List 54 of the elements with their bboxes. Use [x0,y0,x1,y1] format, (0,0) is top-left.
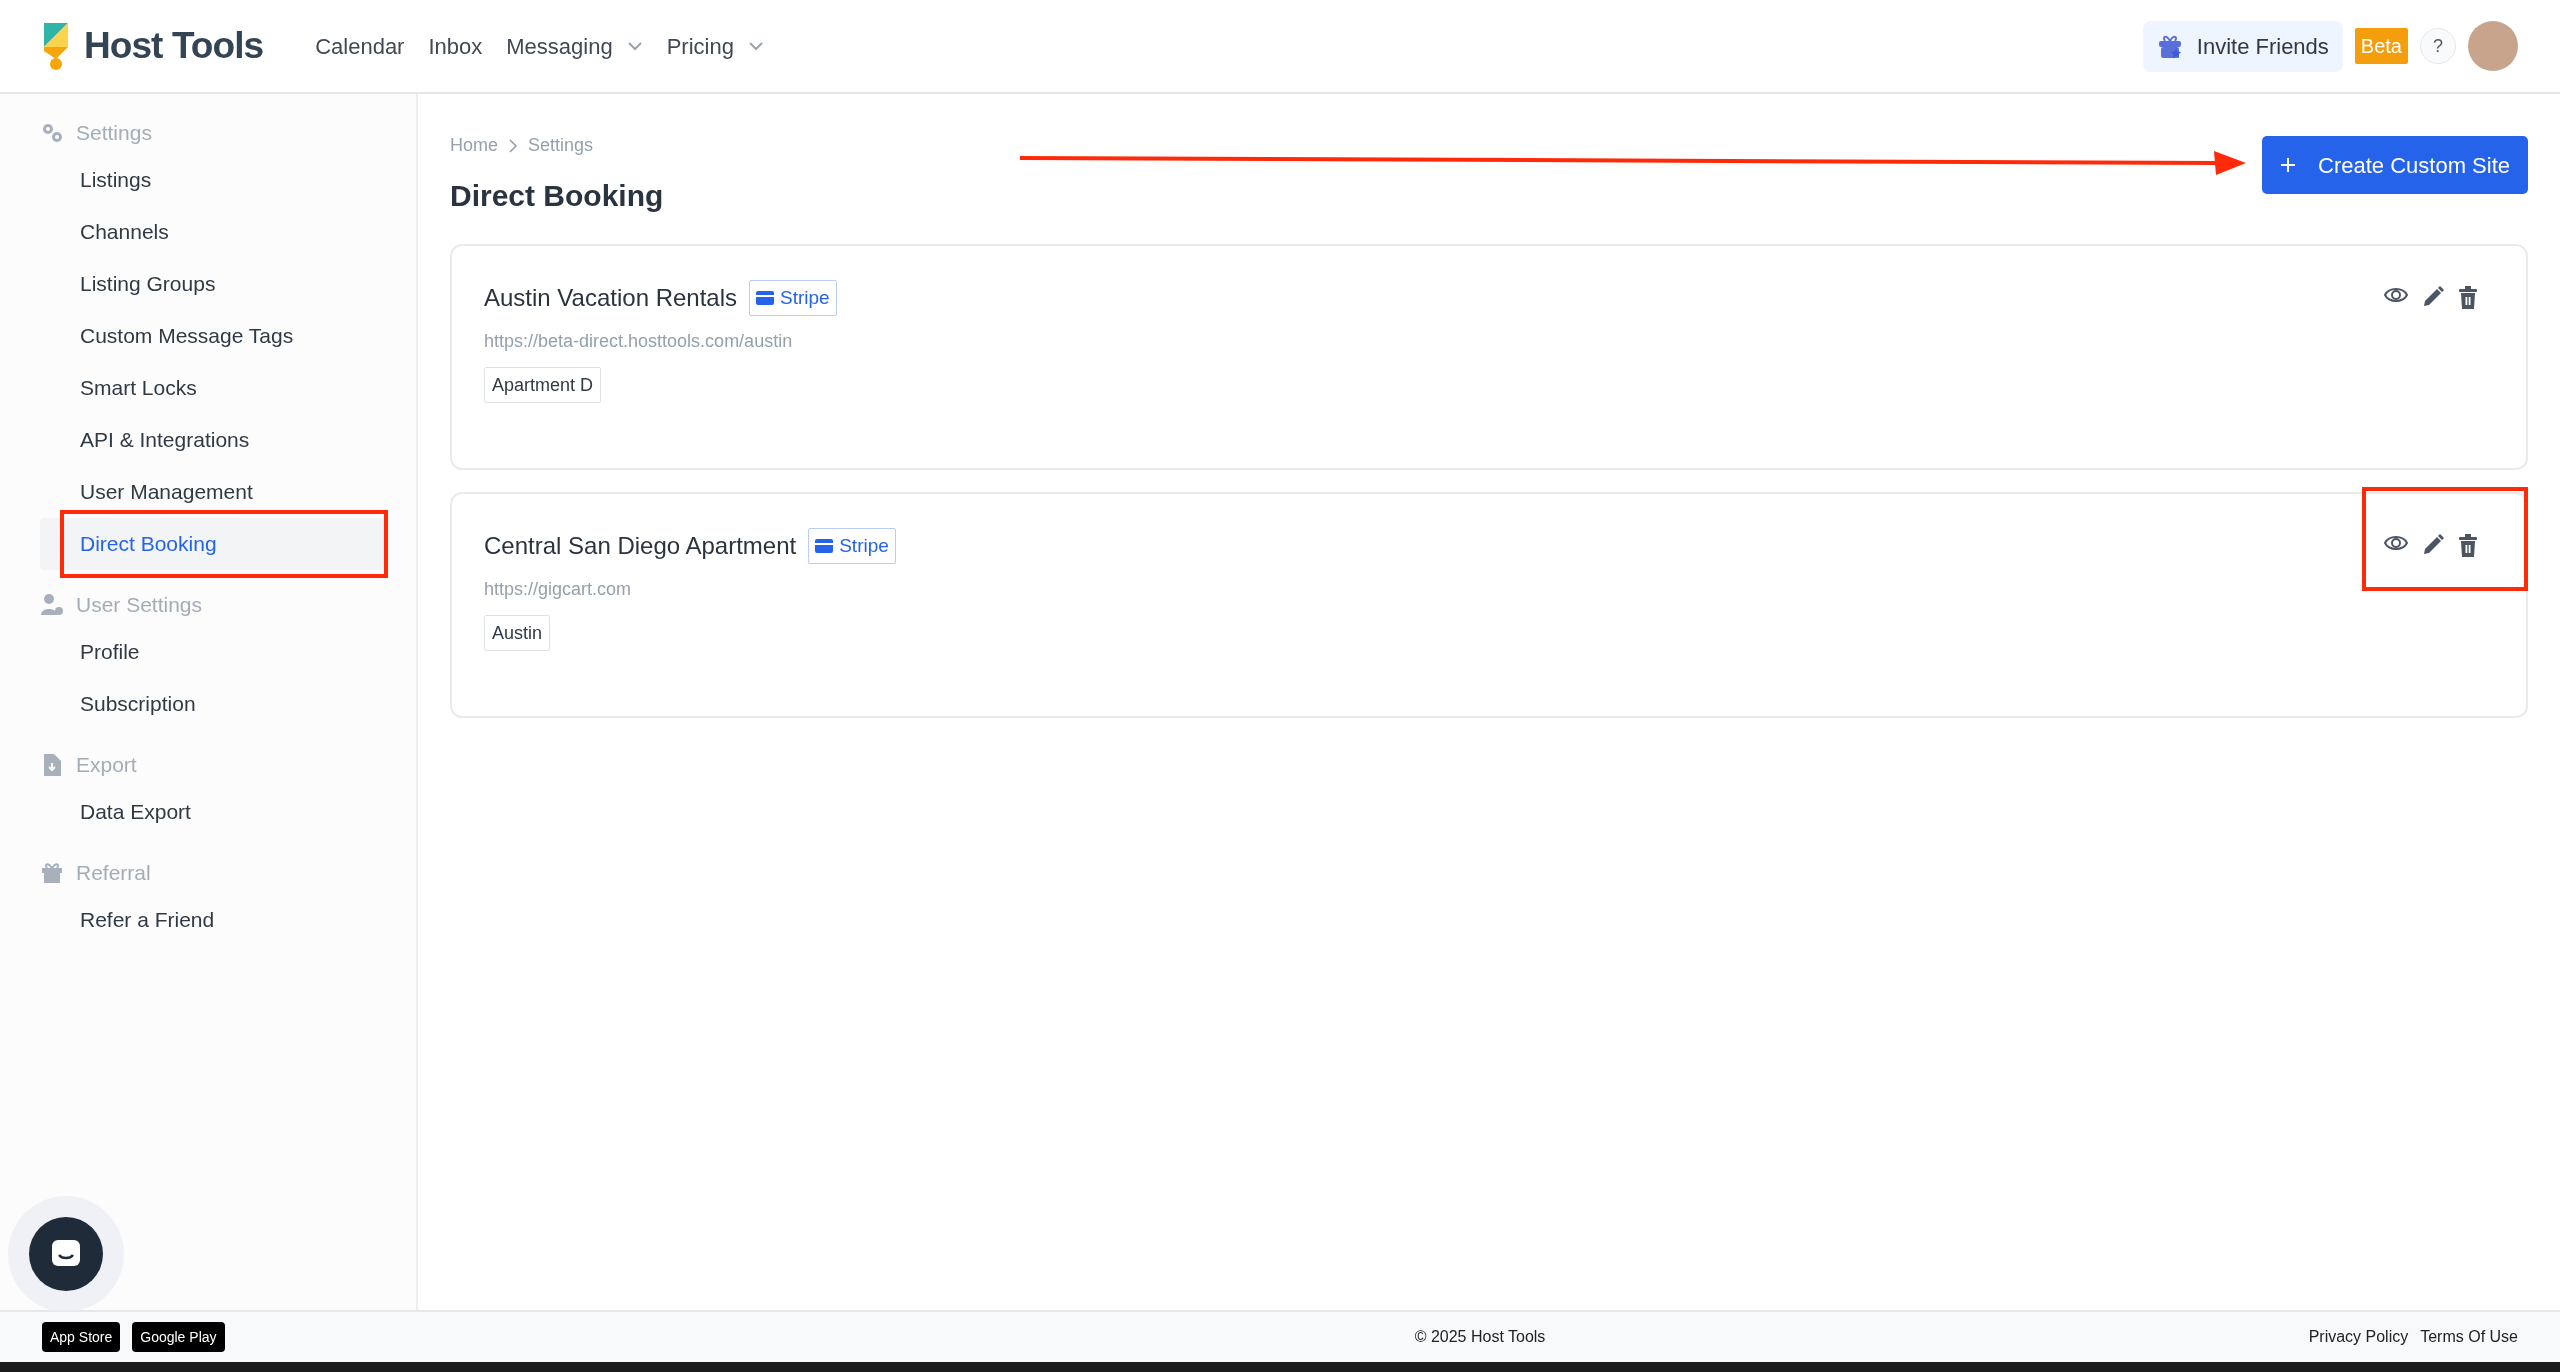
trash-icon[interactable] [2458,534,2478,558]
sidebar-item[interactable]: Direct Booking [40,518,386,570]
section-heading: Export [76,752,137,779]
gift-icon [2156,33,2183,59]
sidebar-item[interactable]: Listing Groups [40,258,386,310]
create-custom-site-button[interactable]: Create Custom Site [2262,136,2528,194]
pencil-icon[interactable] [2422,534,2444,556]
user-gear-icon [40,593,64,617]
page-title: Direct Booking [450,178,664,214]
section-heading: Settings [76,120,152,147]
pencil-icon[interactable] [2422,286,2444,308]
footer-link[interactable]: Privacy Policy [2308,1325,2409,1349]
invite-friends-button[interactable]: Invite Friends [2142,20,2343,72]
sidebar-item[interactable]: User Management [40,466,386,518]
section-heading: User Settings [76,592,203,619]
chevron-right-icon [508,137,518,154]
footer-link[interactable]: Terms Of Use [2420,1325,2518,1349]
card-icon [815,539,834,553]
sidebar-item[interactable]: Data Export [40,786,386,838]
sidebar-item[interactable]: Smart Locks [40,362,386,414]
nav-link[interactable]: Pricing [666,29,764,63]
section-heading: Referral [76,860,151,887]
sidebar-item[interactable]: Channels [40,206,386,258]
eye-icon[interactable] [2384,286,2408,304]
listing-tag: Apartment D [484,367,602,403]
nav-link[interactable]: Messaging [506,29,643,63]
sidebar-item[interactable]: Listings [40,154,386,206]
sidebar-item[interactable]: Custom Message Tags [40,310,386,362]
gears-icon [40,121,64,145]
sidebar-item[interactable]: Subscription [40,678,386,730]
logo-icon [42,21,70,71]
stripe-badge: Stripe [808,528,896,564]
beta-badge: Beta [2354,28,2408,64]
gift-icon [40,861,64,885]
chevron-down-icon [747,41,764,51]
sidebar-item[interactable]: API & Integrations [40,414,386,466]
app-store-badge[interactable]: Google Play [132,1322,225,1352]
site-name: Central San Diego Apartment [484,531,797,561]
chevron-down-icon [626,41,643,51]
trash-icon[interactable] [2458,286,2478,310]
help-button[interactable]: ? [2420,28,2456,64]
sidebar-item[interactable]: Refer a Friend [40,894,386,946]
logo-text: Host Tools [84,24,264,69]
card-icon [756,291,775,305]
plus-icon [2280,157,2297,173]
site-name: Austin Vacation Rentals [484,283,738,313]
copyright-text: © 2025 Host Tools [1414,1327,1546,1347]
nav-link[interactable]: Inbox [428,29,483,63]
eye-icon[interactable] [2384,534,2408,552]
nav-link[interactable]: Calendar [315,29,405,63]
listing-tag: Austin [484,615,551,651]
app-store-badge[interactable]: App Store [42,1322,121,1352]
sidebar-item[interactable]: Profile [40,626,386,678]
stripe-badge: Stripe [749,280,837,316]
